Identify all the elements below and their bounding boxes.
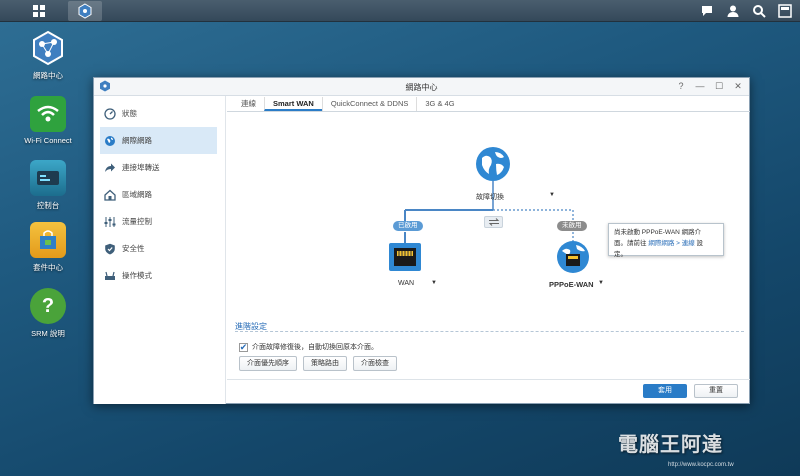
tooltip-line: 尚未啟動 PPPoE-WAN 網路介 (614, 229, 702, 236)
pppoe-wan-dropdown[interactable]: ▼ (598, 280, 604, 286)
diagram-lines (404, 181, 574, 244)
ethernet-port-icon (389, 243, 421, 271)
tab-smart-wan[interactable]: Smart WAN (264, 97, 322, 111)
main-menu-button[interactable] (22, 1, 56, 21)
desktop-icon-label: 套件中心 (33, 263, 63, 272)
auto-failback-row: ✔ 介面故障修復後，自動切換回原本介面。 (239, 342, 378, 352)
watermark-text: 電腦王阿達 (618, 434, 723, 456)
policy-routing-button[interactable]: 策略路由 (303, 356, 347, 371)
desktop-control-panel[interactable]: 控制台 (8, 160, 88, 211)
tooltip-text: 設 (694, 240, 704, 247)
window-overview-icon[interactable] (776, 2, 794, 20)
sidebar-item-label: 操作模式 (122, 271, 152, 280)
wan-dropdown[interactable]: ▼ (431, 280, 437, 286)
apply-button[interactable]: 套用 (643, 384, 687, 398)
wifi-icon (30, 96, 66, 132)
desktop-icon-label: 控制台 (36, 201, 60, 210)
close-button[interactable]: ✕ (733, 81, 743, 91)
desktop-network-center[interactable]: 網路中心 (8, 30, 88, 81)
tab-bar: 連線 Smart WAN QuickConnect & DDNS 3G & 4G (227, 97, 750, 112)
sidebar-item-local-network[interactable]: 區域網路 (94, 181, 225, 208)
taskbar-network-center[interactable] (68, 1, 102, 21)
sidebar-item-status[interactable]: 狀態 (94, 100, 225, 127)
maximize-button[interactable]: ☐ (714, 81, 724, 91)
sidebar-item-operation-mode[interactable]: 操作模式 (94, 262, 225, 289)
sidebar-item-label: 安全性 (122, 244, 145, 253)
sidebar-item-label: 狀態 (122, 109, 137, 118)
router-icon (105, 271, 115, 280)
interface-check-button[interactable]: 介面檢查 (353, 356, 397, 371)
network-center-icon (78, 3, 92, 19)
home-network-icon (104, 189, 116, 201)
desktop-package-center[interactable]: 套件中心 (8, 222, 88, 273)
desktop-srm-help[interactable]: ? SRM 說明 (8, 288, 88, 339)
tab-3g-4g[interactable]: 3G & 4G (416, 97, 462, 111)
user-icon[interactable] (724, 2, 742, 20)
sidebar-item-label: 網際網路 (122, 136, 152, 145)
desktop-icon-label: Wi-Fi Connect (24, 136, 72, 145)
pppoe-wan-label: PPPoE-WAN (549, 280, 594, 289)
control-panel-icon (30, 160, 66, 196)
sidebar-item-label: 區域網路 (122, 190, 152, 199)
wan-label: WAN (398, 280, 415, 287)
enabled-badge: 已啟用 (393, 221, 423, 231)
minimize-button[interactable]: — (695, 81, 705, 91)
desktop-icon-label: SRM 說明 (31, 329, 65, 338)
failover-mode-dropdown[interactable]: ▼ (549, 192, 555, 198)
swap-priority-button[interactable] (484, 216, 503, 228)
auto-failback-label: 介面故障修復後，自動切換回原本介面。 (252, 344, 378, 351)
pppoe-not-enabled-tooltip: 尚未啟動 PPPoE-WAN 網路介 面。請前往 網際網路 > 連線 設 定。 (608, 223, 724, 258)
tooltip-line: 定。 (614, 251, 627, 258)
main-content: 連線 Smart WAN QuickConnect & DDNS 3G & 4G (227, 96, 750, 404)
grid-icon (33, 5, 45, 17)
tooltip-internet-link[interactable]: 網際網路 > 連線 (648, 240, 694, 247)
interface-priority-button[interactable]: 介面優先順序 (239, 356, 297, 371)
pppoe-globe-icon (557, 241, 589, 273)
footer-divider (227, 379, 750, 380)
shopping-bag-icon (30, 222, 66, 258)
sidebar: 狀態 網際網路 連接埠轉送 區域網路 流量控制 安全性 操作模式 (94, 96, 226, 404)
search-icon[interactable] (750, 2, 768, 20)
chat-icon[interactable] (698, 2, 716, 20)
sidebar-item-internet[interactable]: 網際網路 (100, 127, 217, 154)
smart-wan-panel: 故障切換 ▼ 已啟用 未啟用 WAN ▼ PPPoE-WAN ▼ 尚未啟動 PP… (235, 116, 744, 398)
auto-failback-checkbox[interactable]: ✔ (239, 342, 248, 352)
globe-icon (105, 135, 115, 146)
tooltip-text: 面。請前往 (614, 240, 649, 247)
network-center-window: 網路中心 ? — ☐ ✕ 狀態 網際網路 連接埠轉送 區域網路 流量控制 安全性… (93, 77, 750, 404)
failover-mode-label: 故障切換 (476, 194, 504, 201)
swap-arrows-icon (488, 218, 499, 226)
desktop-wifi-connect[interactable]: Wi-Fi Connect (8, 96, 88, 145)
taskbar (0, 0, 800, 22)
window-title: 網路中心 (405, 83, 438, 92)
watermark-url: http://www.kocpc.com.tw (668, 462, 734, 468)
desktop-icon-label: 網路中心 (33, 71, 63, 80)
sliders-icon (104, 216, 116, 227)
advanced-divider (235, 331, 744, 332)
sidebar-item-traffic-control[interactable]: 流量控制 (94, 208, 225, 235)
sidebar-item-port-forwarding[interactable]: 連接埠轉送 (94, 154, 225, 181)
internet-globe-icon (476, 147, 510, 181)
help-button[interactable]: ? (676, 81, 686, 91)
tab-quickconnect-ddns[interactable]: QuickConnect & DDNS (321, 97, 417, 111)
window-titlebar[interactable]: 網路中心 ? — ☐ ✕ (94, 78, 749, 96)
reset-button[interactable]: 重置 (694, 384, 738, 398)
gauge-icon (104, 107, 116, 120)
tab-connection[interactable]: 連線 (233, 97, 264, 111)
disabled-badge: 未啟用 (557, 221, 587, 231)
failover-diagram: 故障切換 ▼ 已啟用 未啟用 WAN ▼ PPPoE-WAN ▼ 尚未啟動 PP… (235, 116, 744, 306)
sidebar-item-security[interactable]: 安全性 (94, 235, 225, 262)
advanced-buttons: 介面優先順序 策略路由 介面檢查 (239, 356, 397, 371)
network-center-icon (30, 30, 66, 66)
forward-arrow-icon (105, 163, 115, 172)
sidebar-item-label: 連接埠轉送 (122, 163, 160, 172)
shield-icon (105, 243, 115, 254)
help-icon: ? (30, 288, 66, 324)
sidebar-item-label: 流量控制 (122, 217, 152, 226)
